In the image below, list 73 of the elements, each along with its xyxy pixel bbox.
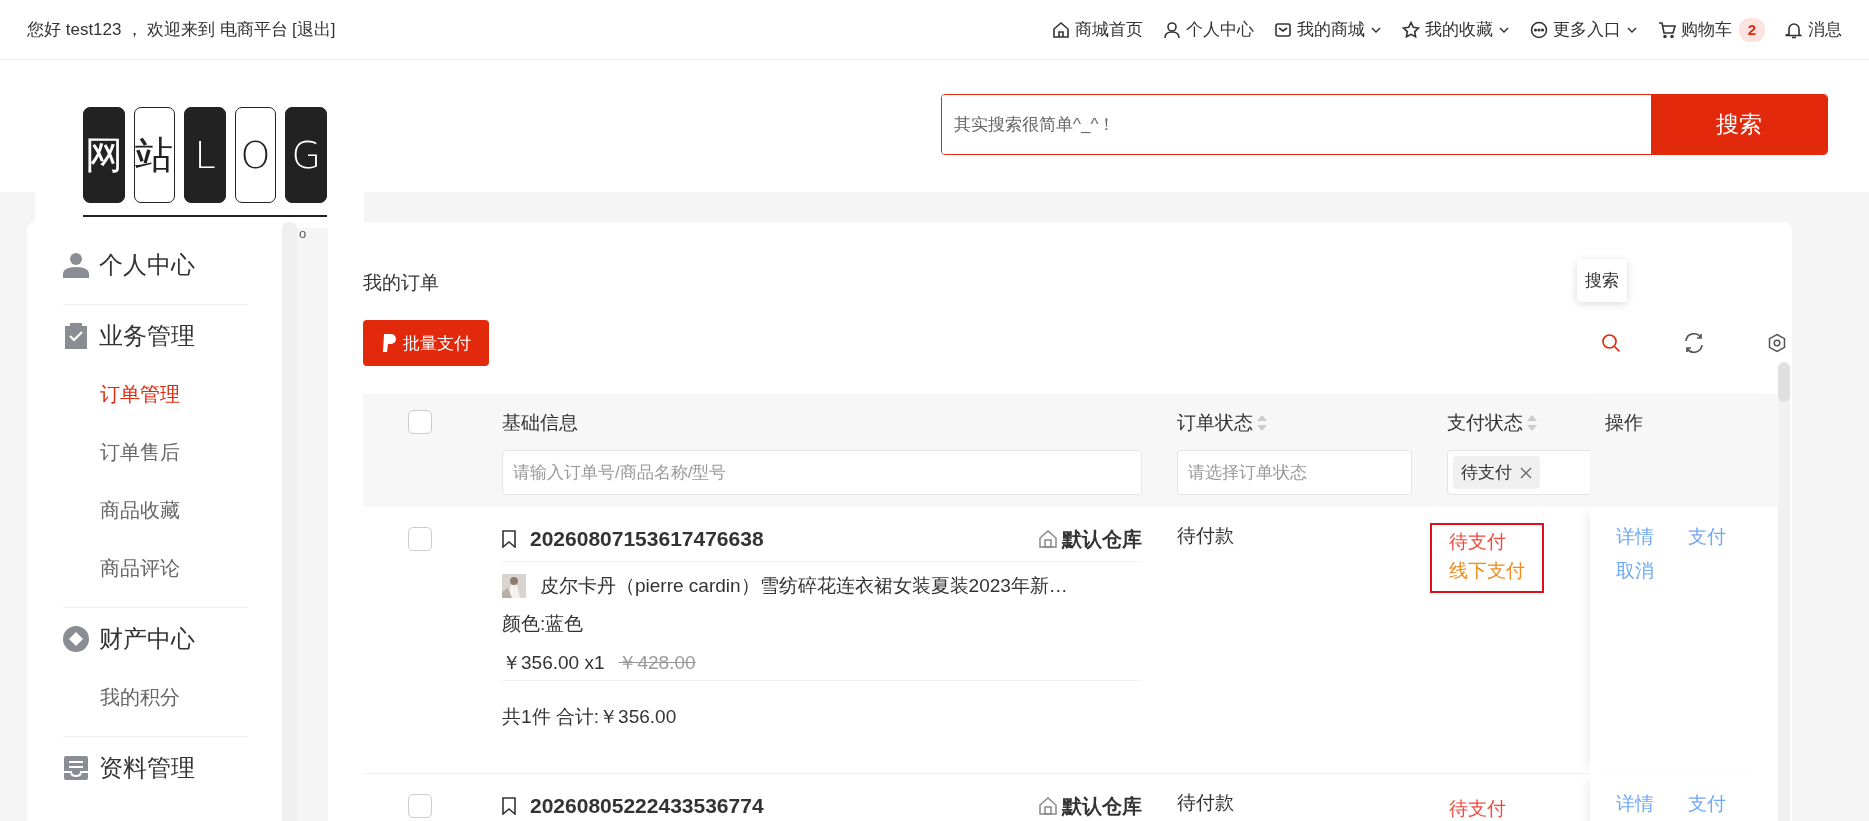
payment-status: 待支付 [1449, 797, 1506, 821]
sidebar-group-title: 个人中心 [99, 250, 195, 280]
search-button[interactable]: 搜索 [1651, 95, 1827, 154]
sort-icon[interactable] [1256, 414, 1268, 432]
scrollbar-thumb[interactable] [1778, 362, 1790, 402]
clipboard-check-icon [63, 323, 89, 349]
nav-link[interactable]: 商城首页 [1052, 18, 1143, 41]
order-status: 待付款 [1177, 524, 1235, 548]
star-icon [1402, 20, 1420, 39]
select-all-checkbox[interactable] [408, 410, 432, 434]
row-checkbox[interactable] [408, 794, 432, 818]
sidebar-item[interactable]: 商品收藏 [63, 483, 248, 541]
search-button[interactable] [1599, 331, 1623, 355]
bookmark-icon [502, 797, 516, 815]
order-number: 20260807153617476638 [530, 527, 764, 551]
payment-status: 线下支付 [1449, 559, 1525, 583]
product-price: ￥356.00 x1 [502, 651, 605, 675]
scrollbar-track[interactable] [1778, 362, 1790, 821]
payment-status: 待支付 [1449, 530, 1507, 554]
warehouse-icon [1038, 796, 1058, 816]
user-icon [63, 252, 89, 278]
more-icon [1530, 20, 1548, 39]
mail-icon [1274, 20, 1292, 39]
sidebar-item[interactable]: 订单管理 [63, 367, 248, 425]
tooltip: 搜索 [1577, 259, 1627, 302]
warehouse-icon [1038, 529, 1058, 549]
order-number: 20260805222433536774 [530, 794, 764, 818]
sidebar-item[interactable]: 订单售后 [63, 425, 248, 483]
order-status: 待付款 [1177, 791, 1235, 815]
column-header: 基础信息 [502, 411, 578, 435]
filter-input[interactable]: 请输入订单号/商品名称/型号 [502, 450, 1142, 495]
bookmark-icon [502, 530, 516, 548]
bell-icon [1785, 20, 1803, 39]
column-header: 支付状态 [1447, 411, 1523, 435]
nav-link[interactable]: 个人中心 [1163, 18, 1254, 41]
bulk-pay-button[interactable]: 批量支付 [363, 320, 489, 366]
sort-icon[interactable] [1526, 414, 1538, 432]
cart-count-badge: 2 [1739, 17, 1765, 42]
refresh-button[interactable] [1682, 331, 1706, 355]
page-title: 我的订单 [363, 271, 439, 295]
product-name[interactable]: 皮尔卡丹（pierre cardin）雪纺碎花连衣裙女装夏装2023年新… [540, 573, 1068, 599]
logout-link[interactable]: [退出] [291, 18, 336, 41]
cart-icon [1658, 20, 1676, 39]
payment-icon [381, 334, 397, 352]
nav-link[interactable]: 购物车 2 [1658, 17, 1765, 42]
archive-icon [63, 755, 89, 781]
original-price: ￥428.00 [618, 651, 696, 675]
stray-mark: o [299, 226, 307, 241]
order-total: 共1件 合计:￥356.00 [502, 705, 678, 729]
search-field[interactable]: 其实搜索很简单^_^！ 搜索 [941, 94, 1828, 155]
close-icon[interactable] [1520, 466, 1532, 479]
filter-select[interactable]: 待支付 [1447, 450, 1590, 495]
user-icon [1163, 20, 1181, 39]
sidebar-group-title: 财产中心 [99, 624, 195, 654]
nav-link[interactable]: 更多入口 [1530, 18, 1638, 41]
nav-link[interactable]: 消息 [1785, 18, 1842, 41]
filter-select[interactable]: 请选择订单状态 [1177, 450, 1412, 495]
nav-link[interactable]: 我的商城 [1274, 18, 1382, 41]
sidebar-group-title: 资料管理 [99, 753, 195, 783]
warehouse-label: 默认仓库 [1062, 526, 1142, 552]
filter-tag: 待支付 [1453, 456, 1540, 489]
greeting-text: 您好 test123 ， [27, 19, 144, 41]
column-header: 订单状态 [1177, 411, 1253, 435]
sidebar-item[interactable]: 商品评论 [63, 541, 248, 599]
column-header: 操作 [1605, 411, 1643, 435]
sidebar-group-title: 业务管理 [99, 321, 195, 351]
nav-link[interactable]: 我的收藏 [1402, 18, 1510, 41]
row-checkbox[interactable] [408, 527, 432, 551]
product-spec: 颜色:蓝色 [502, 612, 584, 636]
home-icon [1052, 20, 1070, 39]
welcome-text: 欢迎来到 电商平台 [147, 19, 288, 41]
warehouse-label: 默认仓库 [1062, 793, 1142, 819]
sidebar-item[interactable]: 我的积分 [63, 670, 248, 728]
